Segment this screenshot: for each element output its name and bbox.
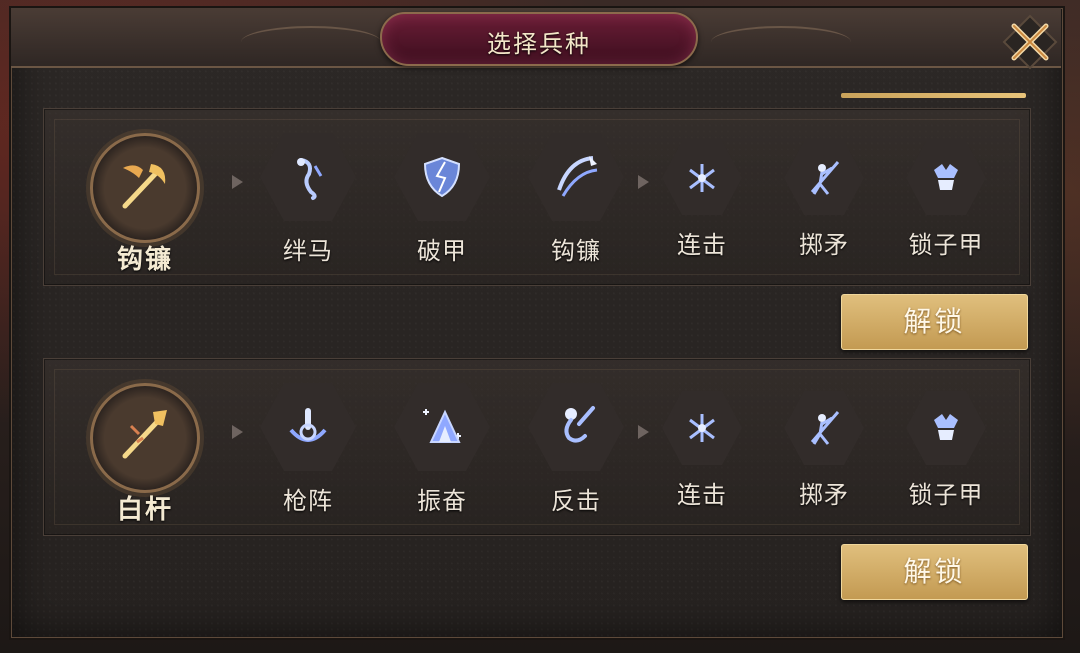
skill-label: 绊马 (283, 237, 333, 265)
unit-name: 白杆 (116, 495, 173, 525)
skill-label: 反击 (551, 487, 601, 515)
skill-label: 掷矛 (799, 231, 849, 259)
skill-hex (394, 383, 490, 471)
title-plate: 选择兵种 (380, 12, 698, 66)
unlock-button[interactable]: 解锁 (841, 544, 1028, 600)
skill-hex (528, 133, 624, 221)
skill-hex (662, 391, 742, 465)
tab-indicator (841, 93, 1026, 98)
arrow-icon (638, 425, 649, 439)
skill-label: 连击 (677, 481, 727, 509)
skill-label: 破甲 (417, 237, 467, 265)
skill-label: 振奋 (417, 487, 467, 515)
skill-slot[interactable]: 连击 (650, 133, 754, 260)
skill-hex (784, 391, 864, 465)
skill-slot[interactable]: 锁子甲 (894, 133, 998, 260)
chainmail-icon (934, 164, 958, 190)
unlock-button[interactable]: 解锁 (841, 294, 1028, 350)
skill-hex (260, 133, 356, 221)
unit-emblem-ring (90, 133, 200, 243)
skill-label: 连击 (677, 231, 727, 259)
dialog-title: 选择兵种 (487, 30, 591, 58)
trip-horse-icon (297, 158, 323, 200)
hook-slash-icon (557, 156, 598, 197)
skill-label: 锁子甲 (908, 231, 984, 259)
skill-hex (906, 141, 986, 215)
chainmail-icon (934, 414, 958, 440)
close-button[interactable] (1002, 14, 1058, 70)
unit-row[interactable]: 白杆 枪阵 振奋 反击 连击 掷矛 锁子甲 (43, 358, 1031, 536)
skill-slot[interactable]: 掷矛 (772, 383, 876, 510)
header-ornament-right (711, 26, 851, 58)
arrow-icon (638, 175, 649, 189)
skill-slot[interactable]: 连击 (650, 383, 754, 510)
unit-emblem[interactable]: 白杆 (72, 377, 218, 527)
skill-hex (528, 383, 624, 471)
skill-hex (906, 391, 986, 465)
spear-icon (122, 410, 167, 459)
skill-label: 枪阵 (283, 487, 333, 515)
skill-slot[interactable]: 钩镰 (524, 133, 628, 266)
javelin-throw-icon (810, 161, 840, 195)
spear-formation-icon (289, 408, 327, 442)
combo-strike-icon (689, 164, 715, 192)
skill-hex (394, 133, 490, 221)
skill-label: 锁子甲 (908, 481, 984, 509)
skill-slot[interactable]: 掷矛 (772, 133, 876, 260)
rally-icon (423, 409, 461, 443)
javelin-throw-icon (810, 411, 840, 445)
unit-row[interactable]: 钩镰 绊马 破甲 钩镰 连击 掷矛 锁子甲 (43, 108, 1031, 286)
skill-label: 掷矛 (799, 481, 849, 509)
close-icon (1002, 14, 1058, 70)
unit-emblem-ring (90, 383, 200, 493)
combo-strike-icon (689, 414, 715, 442)
arrow-icon (232, 175, 243, 189)
unit-emblem[interactable]: 钩镰 (72, 127, 218, 277)
header-ornament-left (241, 26, 381, 58)
skill-slot[interactable]: 绊马 (256, 133, 360, 266)
skill-slot[interactable]: 锁子甲 (894, 383, 998, 510)
skill-hex (260, 383, 356, 471)
skill-label: 钩镰 (551, 237, 601, 265)
unit-name: 钩镰 (116, 245, 173, 275)
skill-slot[interactable]: 破甲 (390, 133, 494, 266)
skill-slot[interactable]: 反击 (524, 383, 628, 516)
skill-hex (784, 141, 864, 215)
counterattack-icon (564, 406, 595, 443)
skill-slot[interactable]: 枪阵 (256, 383, 360, 516)
shield-break-icon (423, 156, 461, 198)
arrow-icon (232, 425, 243, 439)
skill-slot[interactable]: 振奋 (390, 383, 494, 516)
hook-sickle-icon (122, 164, 166, 209)
skill-hex (662, 141, 742, 215)
